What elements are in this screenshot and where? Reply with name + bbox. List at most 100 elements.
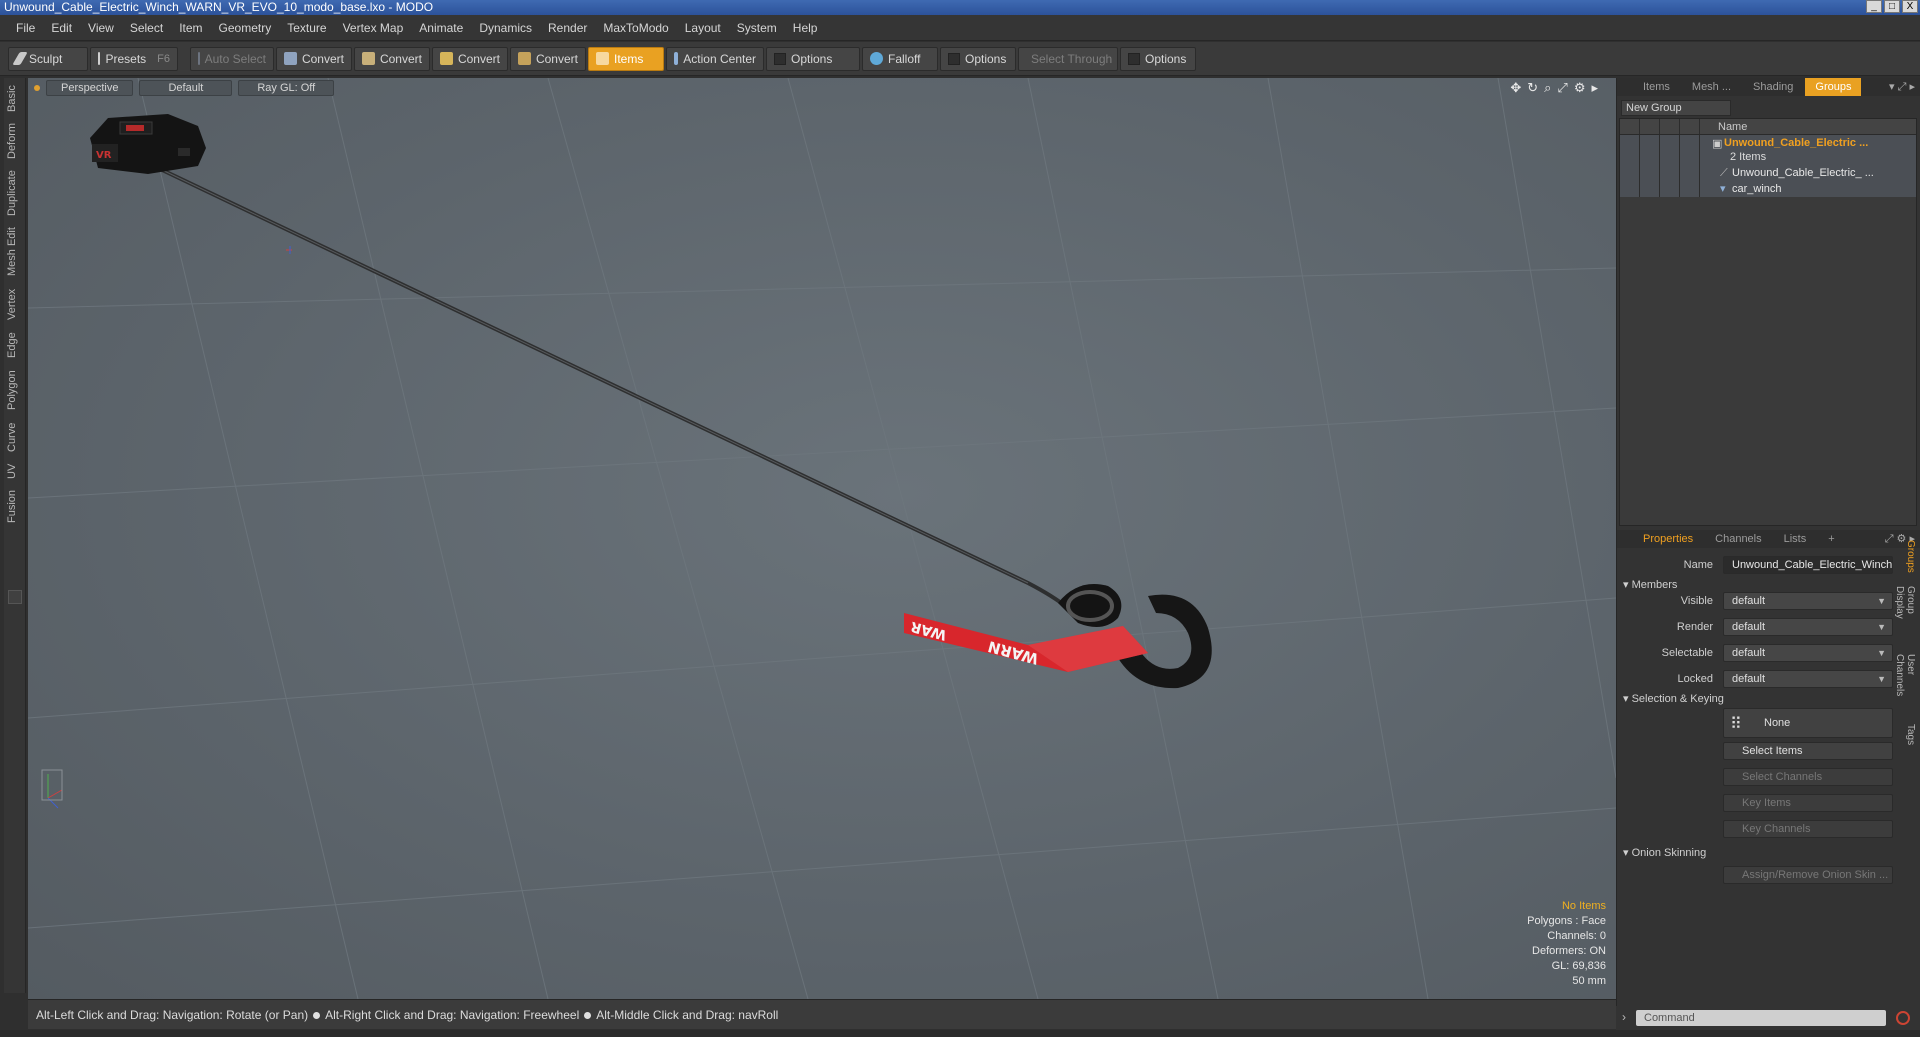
chevron-down-icon: ▼ — [1877, 674, 1886, 684]
selectable-dropdown[interactable]: default ▼ — [1723, 644, 1893, 662]
key-items-button[interactable]: Key Items — [1723, 794, 1893, 812]
members-section[interactable]: ▾ Members — [1623, 578, 1677, 591]
tab-edge[interactable]: Edge — [6, 328, 24, 362]
menu-geometry[interactable]: Geometry — [211, 21, 280, 35]
render-dropdown[interactable]: default ▼ — [1723, 618, 1893, 636]
select-through-button[interactable]: Select Through — [1018, 46, 1118, 71]
close-button[interactable]: X — [1902, 0, 1918, 13]
assign-onion-skin-button[interactable]: Assign/Remove Onion Skin ... — [1723, 866, 1893, 884]
key-channels-button[interactable]: Key Channels — [1723, 820, 1893, 838]
convert-button-2[interactable]: Convert — [354, 46, 430, 71]
tab-fusion[interactable]: Fusion — [6, 486, 24, 526]
select-column-icon[interactable] — [1660, 119, 1680, 134]
menu-file[interactable]: File — [8, 21, 43, 35]
vtab-tags[interactable]: Tags — [1902, 724, 1916, 754]
convert-button-4[interactable]: Convert — [510, 46, 586, 71]
view-mode-dropdown[interactable]: Perspective — [46, 80, 134, 96]
falloff-button[interactable]: Falloff — [862, 46, 938, 71]
zoom-view-icon[interactable]: ⌕ — [1544, 80, 1551, 96]
tab-mesh-edit[interactable]: Mesh Edit — [6, 224, 24, 280]
items-icon — [596, 52, 609, 65]
menu-layout[interactable]: Layout — [677, 21, 729, 35]
status-hint-rotate: Alt-Left Click and Drag: Navigation: Rot… — [36, 1008, 309, 1022]
action-center-button[interactable]: Action Center — [666, 46, 764, 71]
status-bar: Alt-Left Click and Drag: Navigation: Rot… — [28, 999, 1616, 1029]
ground-grid — [28, 78, 1616, 999]
window-title: Unwound_Cable_Electric_Winch_WARN_VR_EVO… — [4, 0, 434, 14]
visibility-column-icon[interactable] — [1620, 119, 1640, 134]
new-group-button[interactable]: New Group — [1621, 100, 1731, 116]
tab-items[interactable]: Items — [1633, 78, 1680, 96]
tab-curve[interactable]: Curve — [6, 418, 24, 456]
tab-expand-toggle[interactable] — [8, 590, 22, 604]
viewport-settings-icon[interactable]: ⚙ — [1574, 80, 1586, 96]
menu-view[interactable]: View — [80, 21, 122, 35]
winch-badge: VR — [96, 150, 112, 161]
select-channels-button[interactable]: Select Channels — [1723, 768, 1893, 786]
presets-button[interactable]: Presets F6 — [90, 46, 178, 71]
group-child-row[interactable]: ▾ car_winch — [1620, 181, 1916, 197]
menu-select[interactable]: Select — [122, 21, 171, 35]
selection-keying-section[interactable]: ▾ Selection & Keying — [1623, 692, 1724, 705]
vtab-user-channels[interactable]: User Channels — [1894, 654, 1916, 718]
options-button-1[interactable]: Options — [766, 46, 860, 71]
tab-duplicate[interactable]: Duplicate — [6, 166, 24, 220]
none-button[interactable]: ⠿ None — [1723, 708, 1893, 738]
tab-shading[interactable]: Shading — [1743, 78, 1803, 96]
auto-select-button[interactable]: Auto Select — [190, 46, 274, 71]
3d-viewport[interactable]: VR WARN WAR Perspective Default Ray GL: … — [28, 78, 1616, 999]
name-row: Name Unwound_Cable_Electric_Winch_ — [1617, 556, 1897, 576]
fit-view-icon[interactable]: ⤢ — [1557, 80, 1567, 96]
items-mode-button[interactable]: Items — [588, 46, 664, 71]
menu-maxtomodo[interactable]: MaxToModo — [595, 21, 676, 35]
command-input[interactable]: Command — [1636, 1010, 1886, 1026]
group-row[interactable]: ▣ Unwound_Cable_Electric ... 2 Items — [1620, 135, 1916, 165]
record-macro-icon[interactable] — [1896, 1011, 1910, 1025]
menu-dynamics[interactable]: Dynamics — [471, 21, 540, 35]
convert-button-1[interactable]: Convert — [276, 46, 352, 71]
render-column-icon[interactable] — [1640, 119, 1660, 134]
menu-vertex-map[interactable]: Vertex Map — [335, 21, 412, 35]
sculpt-button[interactable]: Sculpt — [8, 46, 88, 71]
vtab-group-display[interactable]: Group Display — [1894, 586, 1916, 648]
options-button-2[interactable]: Options — [940, 46, 1016, 71]
minimize-button[interactable]: _ — [1866, 0, 1882, 13]
name-field[interactable]: Unwound_Cable_Electric_Winch_ — [1723, 556, 1893, 574]
select-items-button[interactable]: Select Items — [1723, 742, 1893, 760]
vtab-groups[interactable]: Groups — [1902, 540, 1916, 580]
menu-texture[interactable]: Texture — [279, 21, 334, 35]
status-hint-roll: Alt-Middle Click and Drag: navRoll — [596, 1008, 779, 1022]
raygl-toggle[interactable]: Ray GL: Off — [238, 80, 335, 96]
onion-skinning-section[interactable]: ▾ Onion Skinning — [1623, 846, 1706, 859]
scene-tabs: Items Mesh ... Shading Groups ▾ ⤢ ▸ — [1617, 78, 1920, 96]
status-separator-icon — [584, 1012, 592, 1019]
menu-edit[interactable]: Edit — [43, 21, 80, 35]
tab-polygon[interactable]: Polygon — [6, 366, 24, 414]
tab-mesh[interactable]: Mesh ... — [1682, 78, 1741, 96]
tab-uv[interactable]: UV — [6, 460, 24, 482]
group-child-row[interactable]: ⟋ Unwound_Cable_Electric_ ... — [1620, 165, 1916, 181]
locked-dropdown[interactable]: default ▼ — [1723, 670, 1893, 688]
options-button-3[interactable]: Options — [1120, 46, 1196, 71]
maximize-button[interactable]: □ — [1884, 0, 1900, 13]
menu-system[interactable]: System — [729, 21, 785, 35]
rotate-view-icon[interactable]: ↻ — [1527, 80, 1538, 96]
menu-help[interactable]: Help — [785, 21, 826, 35]
convert-button-3[interactable]: Convert — [432, 46, 508, 71]
viewport-menu-icon[interactable]: ▸ — [1591, 80, 1598, 96]
panel-expand-icon[interactable]: ▾ ⤢ ▸ — [1889, 80, 1915, 94]
visible-dropdown[interactable]: default ▼ — [1723, 592, 1893, 610]
chevron-down-icon: ▼ — [1877, 622, 1886, 632]
menu-item[interactable]: Item — [171, 21, 210, 35]
info-gl: GL: 69,836 — [1551, 960, 1606, 972]
tab-basic[interactable]: Basic — [6, 82, 24, 116]
menu-animate[interactable]: Animate — [411, 21, 471, 35]
shading-dropdown[interactable]: Default — [139, 80, 233, 96]
lock-column-icon[interactable] — [1680, 119, 1700, 134]
tab-vertex[interactable]: Vertex — [6, 284, 24, 324]
menu-render[interactable]: Render — [540, 21, 595, 35]
groups-list-header: Name — [1620, 119, 1916, 135]
tab-deform[interactable]: Deform — [6, 120, 24, 162]
tab-groups[interactable]: Groups — [1805, 78, 1862, 96]
move-view-icon[interactable]: ✥ — [1510, 80, 1521, 96]
